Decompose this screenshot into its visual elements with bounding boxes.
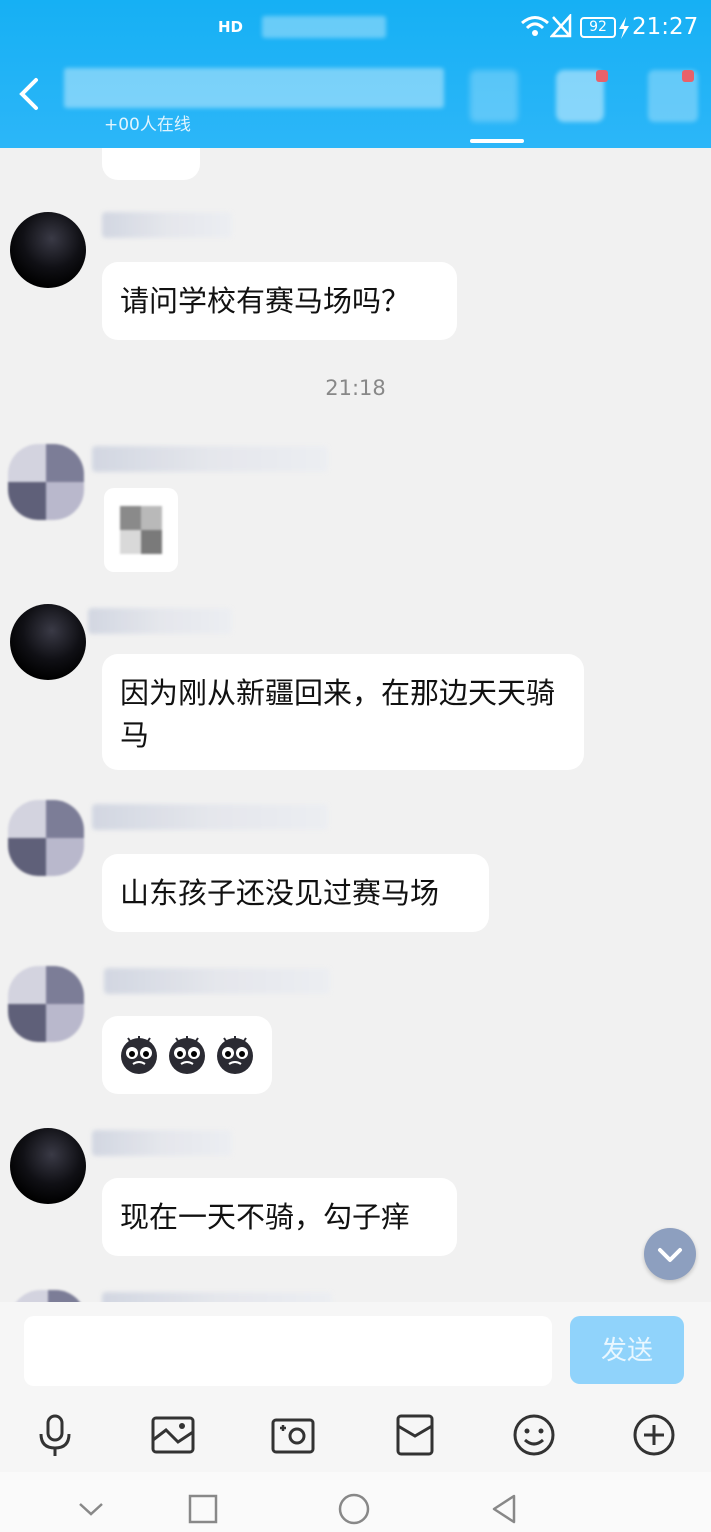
- online-count: +00人在线: [104, 115, 191, 135]
- message-input[interactable]: [24, 1316, 552, 1386]
- image-message[interactable]: [104, 488, 178, 572]
- message-bubble-partial[interactable]: [102, 148, 200, 180]
- sender-name: [92, 446, 328, 472]
- sender-name: [102, 1292, 332, 1302]
- toolbar: [0, 1398, 711, 1472]
- active-tab-indicator: [470, 139, 524, 143]
- message-bubble[interactable]: 请问学校有赛马场吗？: [102, 262, 457, 340]
- home-icon[interactable]: [337, 1492, 371, 1526]
- chat-messages[interactable]: 请问学校有赛马场吗？ 21:18 因为刚从新疆回来，在那边天天骑马 山东孩子还没…: [0, 148, 711, 1302]
- avatar[interactable]: [8, 444, 84, 520]
- group-title: [64, 68, 444, 108]
- battery-level: 92: [580, 17, 616, 38]
- notification-dot: [596, 70, 608, 82]
- emoji-icon[interactable]: [511, 1412, 557, 1458]
- back-triangle-icon[interactable]: [488, 1492, 522, 1526]
- sender-name: [102, 212, 232, 238]
- message-bubble[interactable]: 因为刚从新疆回来，在那边天天骑马: [102, 654, 584, 770]
- image-icon[interactable]: [150, 1412, 196, 1458]
- camera-icon[interactable]: [270, 1412, 316, 1458]
- sender-name: [104, 968, 330, 994]
- worried-face-icon: [169, 1036, 205, 1074]
- message-bubble[interactable]: 山东孩子还没见过赛马场: [102, 854, 489, 932]
- worried-face-icon: [217, 1036, 253, 1074]
- chevron-down-icon: [658, 1248, 682, 1262]
- no-signal-icon: [550, 14, 572, 38]
- red-packet-icon[interactable]: [392, 1412, 438, 1458]
- recent-apps-icon[interactable]: [186, 1492, 220, 1526]
- avatar[interactable]: [8, 966, 84, 1042]
- header-button-1[interactable]: [470, 70, 518, 122]
- message-timestamp: 21:18: [325, 376, 386, 400]
- plus-icon[interactable]: [631, 1412, 677, 1458]
- microphone-icon[interactable]: [32, 1412, 78, 1458]
- back-arrow-icon[interactable]: [14, 74, 44, 114]
- chat-header: HD 92 21:27 +00人在线: [0, 0, 711, 148]
- status-blur: [262, 16, 386, 38]
- message-bubble[interactable]: 现在一天不骑，勾子痒: [102, 1178, 457, 1256]
- chevron-down-icon[interactable]: [74, 1492, 108, 1526]
- image-thumbnail: [120, 506, 162, 554]
- sender-name: [92, 804, 328, 830]
- sender-name: [88, 608, 232, 634]
- charging-icon: [619, 17, 629, 39]
- emoji-message[interactable]: [102, 1016, 272, 1094]
- worried-face-icon: [121, 1036, 157, 1074]
- avatar[interactable]: [8, 800, 84, 876]
- hd-indicator: HD: [218, 18, 244, 36]
- scroll-to-bottom-button[interactable]: [644, 1228, 696, 1280]
- sender-name: [92, 1130, 232, 1156]
- avatar[interactable]: [10, 212, 86, 288]
- status-bar: HD 92 21:27: [0, 0, 711, 52]
- send-button[interactable]: 发送: [570, 1316, 684, 1384]
- wifi-icon: [521, 16, 549, 36]
- avatar[interactable]: [10, 1128, 86, 1204]
- notification-dot: [682, 70, 694, 82]
- avatar[interactable]: [10, 604, 86, 680]
- avatar[interactable]: [10, 1290, 86, 1302]
- status-time: 21:27: [632, 14, 699, 40]
